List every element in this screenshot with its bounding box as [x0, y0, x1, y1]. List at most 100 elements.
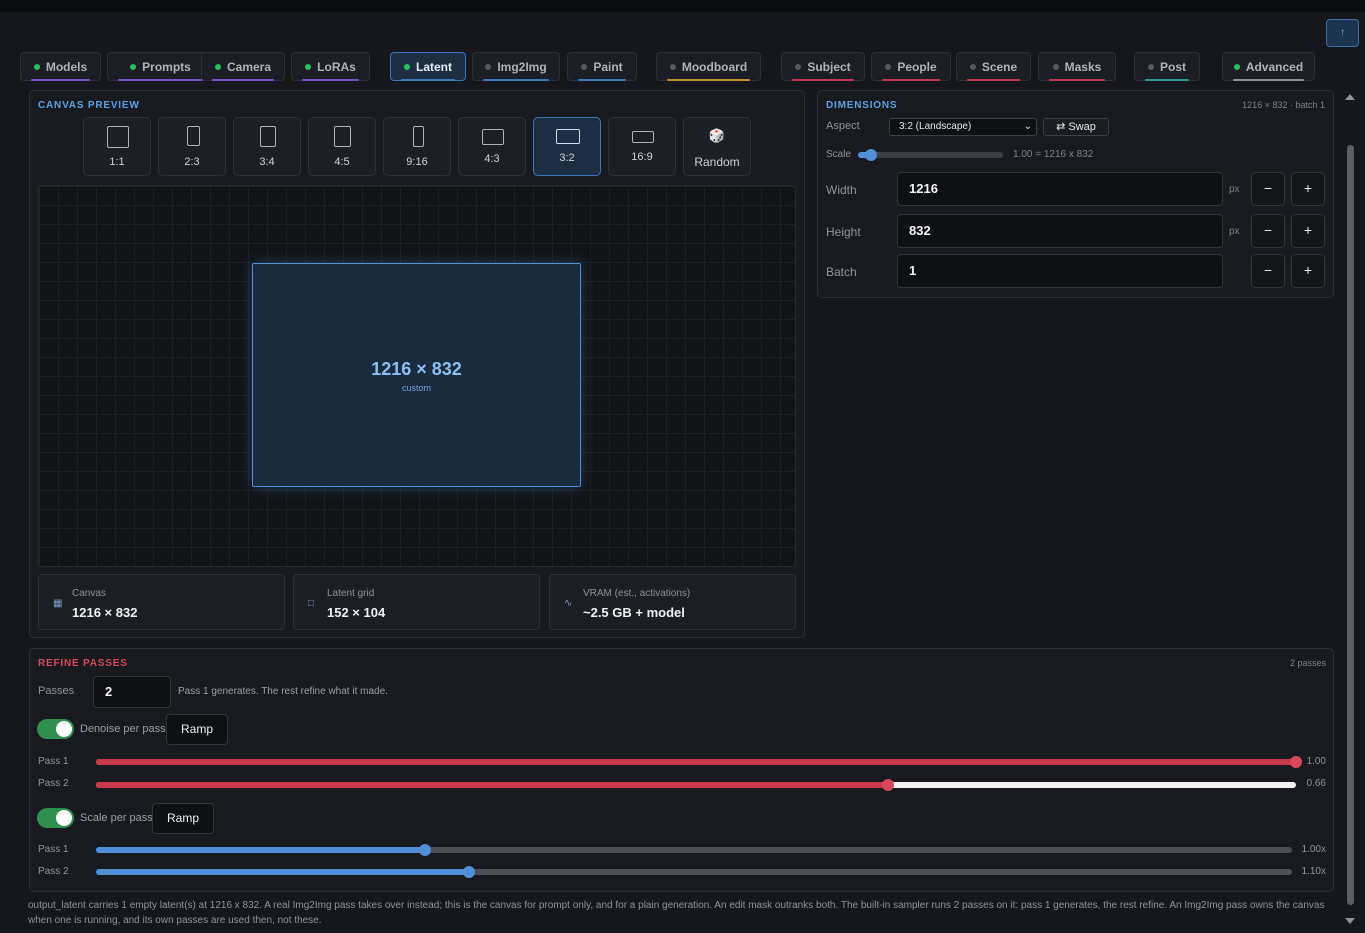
aspect-4-3-button[interactable]: 4:3	[458, 117, 526, 176]
tab-post[interactable]: Post	[1134, 52, 1200, 81]
tab-camera[interactable]: Camera	[201, 52, 285, 81]
aspect-1-1-button[interactable]: 1:1	[83, 117, 151, 176]
slider-fill	[96, 759, 1296, 765]
tab-masks[interactable]: Masks	[1038, 52, 1116, 81]
scale-slider[interactable]	[858, 149, 1003, 161]
tab-latent[interactable]: Latent	[390, 52, 466, 81]
batch-input[interactable]: 1	[897, 254, 1223, 288]
aspect-16-9-button[interactable]: 16:9	[608, 117, 676, 176]
aspect-label: 9:16	[406, 156, 428, 168]
tab-img2img[interactable]: Img2Img	[472, 52, 560, 81]
aspect-label: 4:5	[334, 156, 350, 168]
scroll-up-arrow-icon[interactable]	[1345, 94, 1355, 100]
swap-button[interactable]: ⇄ Swap	[1043, 118, 1109, 136]
landscape-icon	[556, 129, 580, 144]
width-decrement-button[interactable]: −	[1251, 172, 1285, 206]
landscape-icon	[632, 131, 654, 143]
status-dot	[1052, 63, 1059, 70]
tab-subject[interactable]: Subject	[781, 52, 865, 81]
width-increment-button[interactable]: +	[1291, 172, 1325, 206]
slider-fill	[96, 869, 470, 875]
batch-increment-button[interactable]: +	[1291, 254, 1325, 288]
aspect-label: 2:3	[184, 156, 200, 168]
canvas-stat-card: ▦ Canvas 1216 × 832	[38, 574, 285, 630]
toggle-knob	[56, 810, 72, 826]
tab-moodboard[interactable]: Moodboard	[656, 52, 761, 81]
latent-canvas-box: 1216 × 832 custom	[252, 263, 581, 487]
tab-label: Moodboard	[681, 59, 748, 74]
scroll-top-button[interactable]: ↑	[1326, 19, 1359, 47]
wave-icon: ∿	[564, 598, 573, 609]
scrollbar-thumb[interactable]	[1347, 145, 1354, 905]
aspect-4-5-button[interactable]: 4:5	[308, 117, 376, 176]
scale-value-text: 1.00 = 1216 x 832	[1013, 149, 1094, 160]
square-icon	[107, 126, 129, 148]
tab-label: Masks	[1064, 59, 1102, 74]
aspect-label: 1:1	[109, 156, 125, 168]
denoise-pass-1-slider[interactable]	[96, 756, 1302, 768]
slider-thumb[interactable]	[418, 844, 431, 856]
status-dot	[130, 63, 137, 70]
tab-underline	[1233, 79, 1304, 81]
aspect-3-2-button[interactable]: 3:2	[533, 117, 601, 176]
height-input[interactable]: 832	[897, 214, 1223, 248]
denoise-pass-2-label: Pass 2	[38, 778, 69, 789]
tab-label: Models	[45, 59, 88, 74]
denoise-per-pass-toggle[interactable]	[37, 719, 74, 739]
tab-bar: Models Prompts Camera LoRAs Latent Img2I…	[20, 52, 1340, 82]
scale-pass-1-slider[interactable]	[96, 844, 1292, 856]
tab-underline	[667, 79, 750, 81]
stat-value: ~2.5 GB + model	[583, 605, 685, 620]
tab-underline	[302, 79, 359, 81]
vertical-scrollbar[interactable]	[1343, 90, 1358, 928]
status-dot	[581, 63, 588, 70]
aspect-2-3-button[interactable]: 2:3	[158, 117, 226, 176]
scale-pass-2-slider[interactable]	[96, 866, 1292, 878]
scale-ramp-button[interactable]: Ramp	[152, 803, 214, 834]
portrait-icon	[334, 126, 351, 147]
tab-paint[interactable]: Paint	[567, 52, 637, 81]
passes-input[interactable]: 2	[93, 676, 171, 708]
width-input[interactable]: 1216	[897, 172, 1223, 206]
stat-value: 1216 × 832	[72, 605, 138, 620]
aspect-select[interactable]: 3:2 (Landscape) ⌄	[889, 118, 1037, 136]
status-dot	[795, 63, 802, 70]
scale-per-pass-toggle[interactable]	[37, 808, 74, 828]
tab-loras[interactable]: LoRAs	[291, 52, 370, 81]
aspect-9-16-button[interactable]: 9:16	[383, 117, 451, 176]
dimensions-summary: 1216 × 832 · batch 1	[1242, 100, 1325, 110]
scale-pass-1-value: 1.00x	[1301, 844, 1326, 855]
aspect-3-4-button[interactable]: 3:4	[233, 117, 301, 176]
height-decrement-button[interactable]: −	[1251, 214, 1285, 248]
aspect-select-value: 3:2 (Landscape)	[899, 121, 972, 132]
tab-underline	[118, 79, 203, 81]
app-window: ↑ Models Prompts Camera LoRAs Latent Img…	[0, 0, 1365, 933]
tab-underline	[792, 79, 854, 81]
tab-models[interactable]: Models	[20, 52, 101, 81]
denoise-pass-2-slider[interactable]	[96, 779, 1296, 791]
scale-pass-2-label: Pass 2	[38, 866, 69, 877]
aspect-label: Random	[694, 155, 740, 169]
height-increment-button[interactable]: +	[1291, 214, 1325, 248]
scale-label: Scale	[826, 149, 852, 160]
denoise-per-pass-label: Denoise per pass	[80, 723, 166, 735]
status-dot	[404, 63, 410, 70]
dimensions-title: DIMENSIONS	[826, 100, 898, 111]
tab-advanced[interactable]: Advanced	[1222, 52, 1315, 81]
tab-people[interactable]: People	[871, 52, 951, 81]
status-dot	[885, 63, 892, 70]
tab-label: People	[897, 59, 937, 74]
chevron-down-icon: ⌄	[1023, 121, 1032, 132]
batch-decrement-button[interactable]: −	[1251, 254, 1285, 288]
aspect-label: 16:9	[631, 151, 653, 163]
slider-thumb[interactable]	[882, 779, 894, 791]
landscape-icon	[482, 129, 504, 145]
denoise-ramp-button[interactable]: Ramp	[166, 714, 228, 745]
aspect-random-button[interactable]: 🎲 Random	[683, 117, 751, 176]
latent-grid-stat-card: □ Latent grid 152 × 104	[293, 574, 540, 630]
tab-prompts[interactable]: Prompts	[107, 52, 214, 81]
slider-fill	[96, 782, 888, 788]
stat-label: VRAM (est., activations)	[583, 588, 691, 599]
scroll-down-arrow-icon[interactable]	[1345, 918, 1355, 924]
tab-scene[interactable]: Scene	[956, 52, 1031, 81]
